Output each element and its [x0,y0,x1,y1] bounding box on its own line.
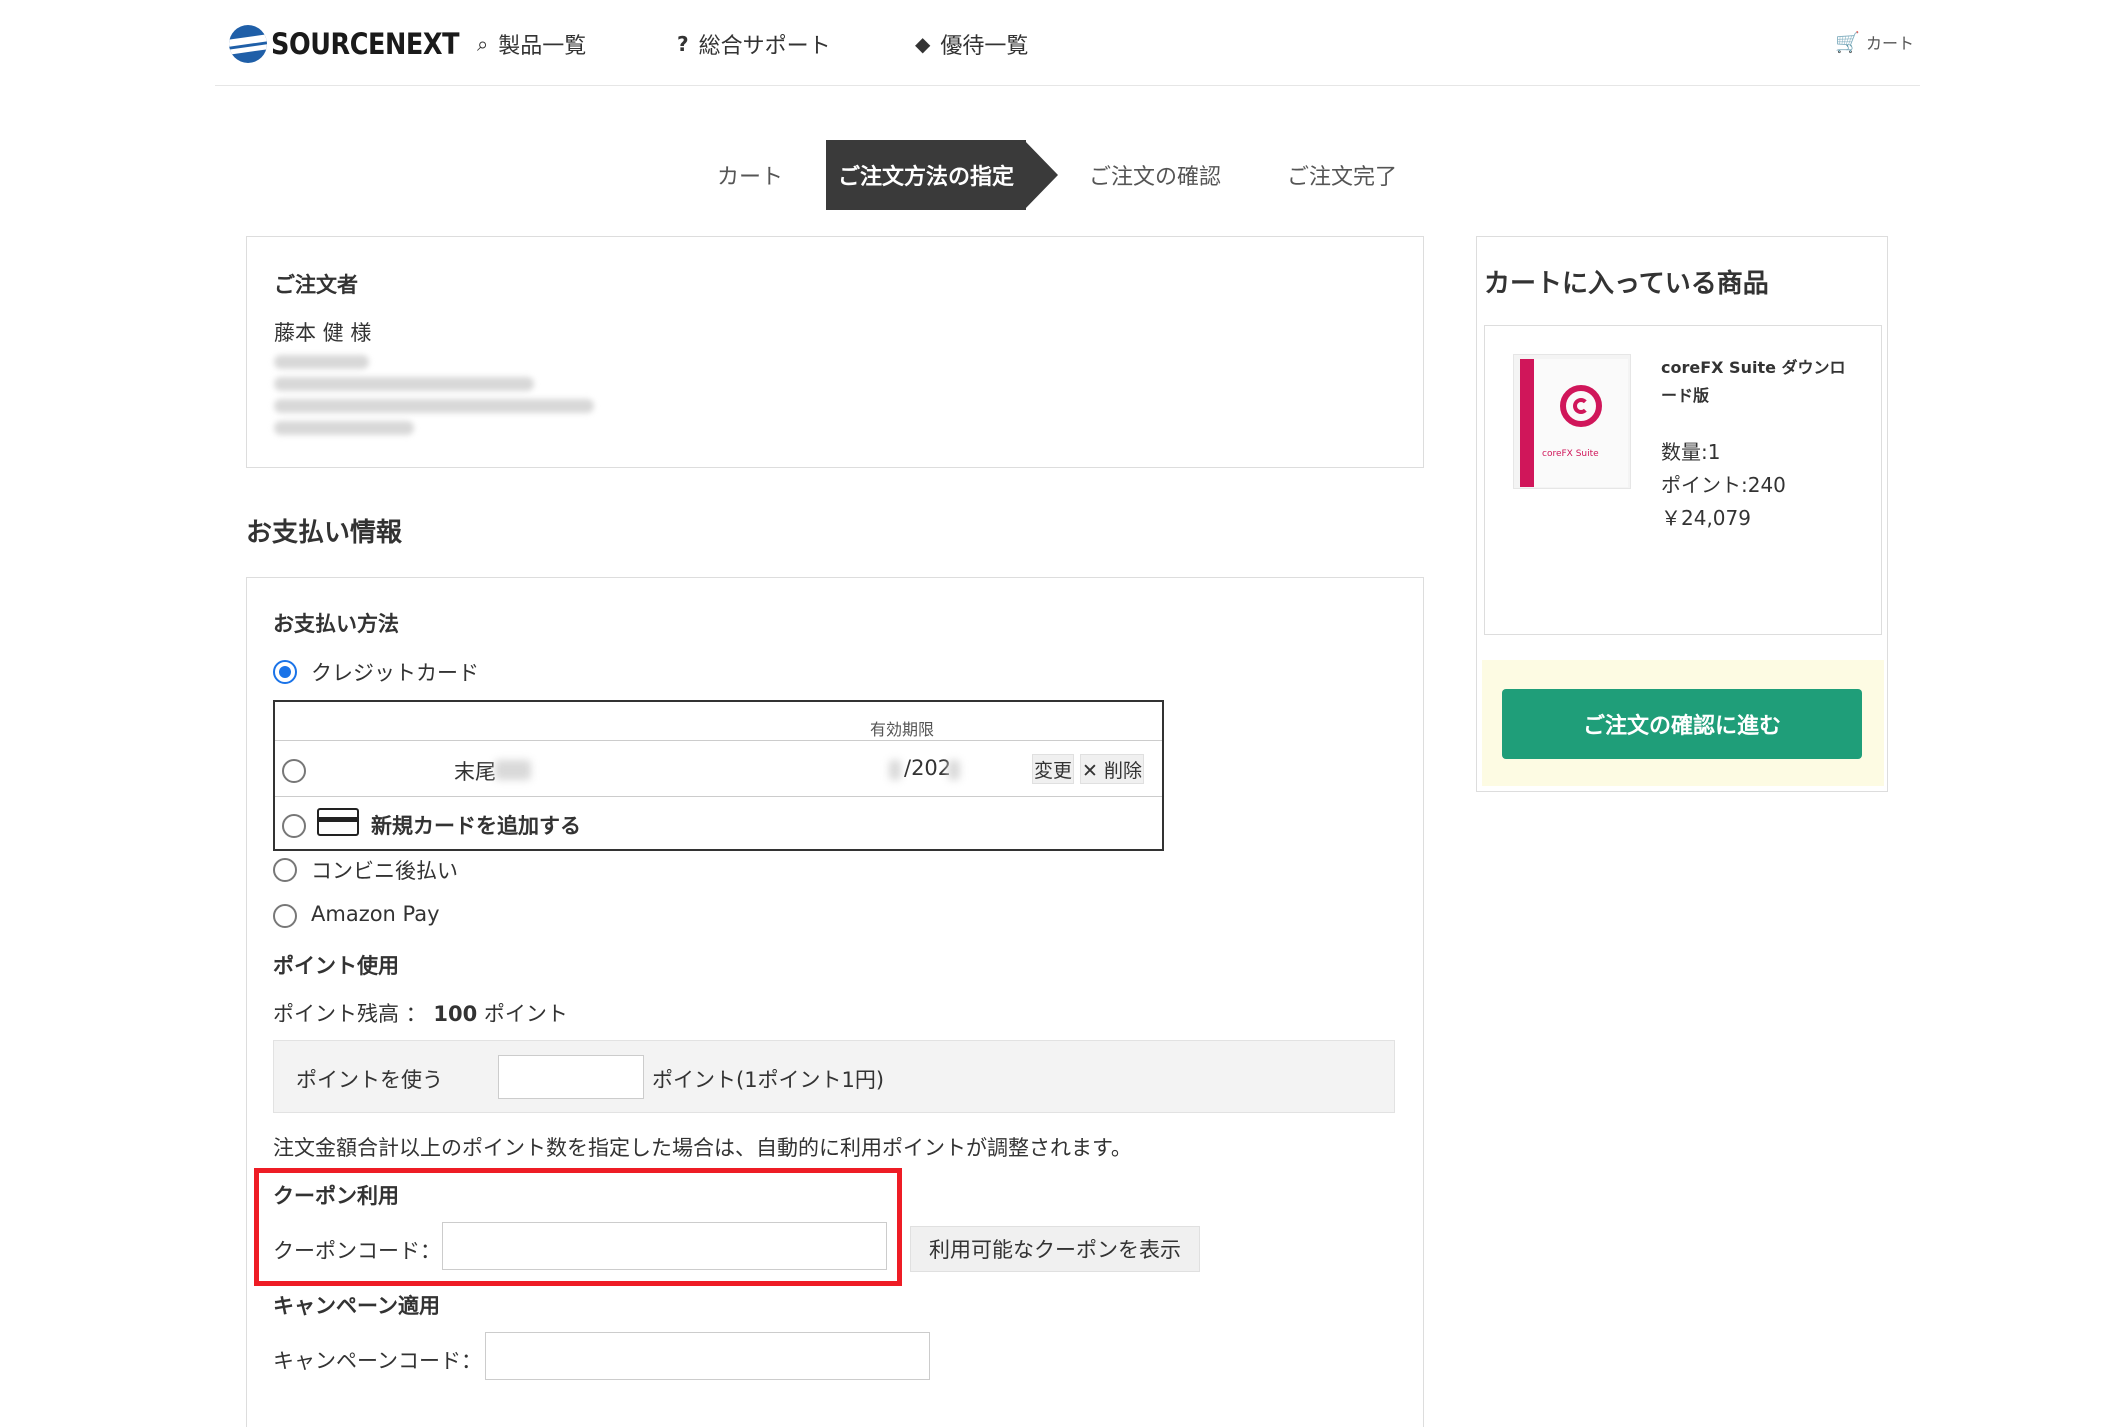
proceed-to-confirm-button[interactable]: ご注文の確認に進む [1502,689,1862,759]
points-balance: ポイント残高 ： 100 ポイント [273,998,568,1028]
search-icon: ⌕ [477,32,489,56]
orderer-heading: ご注文者 [274,273,358,297]
product-logo-inner [1573,398,1589,414]
points-balance-unit: ポイント [483,1002,568,1026]
product-box-front: coreFX Suite [1534,359,1628,487]
redacted-expiry-month [889,760,901,780]
step-order-method-label: ご注文方法の指定 [837,165,1014,190]
points-use-label: ポイントを使う [296,1068,443,1092]
product-price: ￥24,079 [1661,506,1751,530]
step-order-method: ご注文方法の指定 [826,140,1026,210]
campaign-code-label: キャンペーンコード： [273,1349,482,1373]
product-quantity: 数量:1 [1661,440,1721,464]
nav-products[interactable]: ⌕ 製品一覧 [477,26,586,62]
site-header: SOURCENEXT ⌕ 製品一覧 ? 総合サポート ◆ 優待一覧 🛒 カート [215,0,1920,86]
card-table-divider [275,740,1162,741]
payment-method-heading: お支払い方法 [273,612,399,636]
sourcenext-logo[interactable]: SOURCENEXT [229,24,485,64]
step-complete-label: ご注文完了 [1286,165,1397,190]
orderer-box: ご注文者 藤本 健 様 [246,236,1424,468]
nav-benefits[interactable]: ◆ 優待一覧 [915,26,1028,62]
step-cart: カート [700,140,800,210]
redacted-address-2 [274,399,594,413]
orderer-name: 藤本 健 様 [274,321,372,345]
question-icon: ? [677,32,689,56]
card-expiry: /202 [904,756,952,780]
step-cart-label: カート [716,165,783,190]
card-tail-label: 末尾 [454,760,496,784]
step-confirm-label: ご注文の確認 [1088,165,1221,190]
redacted-phone [274,421,414,435]
payment-section-title: お支払い情報 [246,518,403,548]
points-use-row: ポイントを使う ポイント(1ポイント1円) [273,1040,1395,1113]
logo-mark-icon [229,25,267,63]
cart-panel-title: カートに入っている商品 [1484,269,1769,299]
credit-card-icon [317,808,359,836]
show-coupons-button[interactable]: 利用可能なクーポンを表示 [910,1226,1200,1272]
nav-support-label: 総合サポート [698,34,831,59]
points-heading: ポイント使用 [273,954,399,978]
step-confirm: ご注文の確認 [1080,140,1230,210]
step-arrow [1024,140,1058,210]
expiry-header: 有効期限 [870,720,935,739]
add-card-label[interactable]: 新規カードを追加する [371,810,581,840]
card-table: 有効期限 末尾 /202 変更 ✕ 削除 新規カードを追加する [273,700,1164,851]
step-complete: ご注文完了 [1282,140,1402,210]
conbini-radio[interactable] [273,858,297,882]
credit-card-radio[interactable] [273,660,297,684]
redacted-postcode [274,355,369,369]
coupon-highlight-box [254,1168,902,1286]
product-box-label: coreFX Suite [1542,449,1599,459]
redacted-card-digits [495,760,531,780]
nav-cart[interactable]: 🛒 カート [1835,30,1914,54]
product-points: ポイント:240 [1661,473,1786,497]
delete-card-button[interactable]: ✕ 削除 [1080,754,1144,784]
product-image[interactable]: coreFX Suite [1513,354,1631,489]
product-name[interactable]: coreFX Suite ダウンロード版 [1661,354,1861,410]
campaign-heading: キャンペーン適用 [273,1294,440,1318]
change-card-button[interactable]: 変更 [1032,754,1074,784]
amazon-pay-radio[interactable] [273,904,297,928]
points-use-unit: ポイント(1ポイント1円) [652,1068,885,1092]
credit-card-label[interactable]: クレジットカード [311,657,479,687]
nav-cart-label: カート [1865,34,1914,53]
product-box-spine [1520,359,1534,487]
campaign-code-input[interactable] [485,1332,930,1380]
tag-icon: ◆ [915,32,931,56]
saved-card-radio[interactable] [282,759,306,783]
points-note: 注文金額合計以上のポイント数を指定した場合は、自動的に利用ポイントが調整されます… [273,1136,1132,1160]
redacted-address [274,377,534,391]
cart-icon: 🛒 [1835,30,1860,54]
nav-benefits-label: 優待一覧 [940,34,1029,59]
logo-text: SOURCENEXT [271,27,460,61]
new-card-radio[interactable] [282,814,306,838]
cart-product-card: coreFX Suite coreFX Suite ダウンロード版 数量:1 ポ… [1484,325,1882,635]
card-stripe [319,817,357,822]
nav-products-label: 製品一覧 [498,34,587,59]
product-logo-icon [1560,385,1602,427]
points-input[interactable] [498,1055,644,1099]
nav-support[interactable]: ? 総合サポート [677,26,831,62]
conbini-label[interactable]: コンビニ後払い [311,855,458,885]
redacted-expiry-year [948,760,960,780]
card-table-divider-2 [275,796,1162,797]
points-balance-value: 100 [433,1002,478,1026]
points-balance-label: ポイント残高 ： [273,1002,427,1026]
amazon-pay-label[interactable]: Amazon Pay [311,902,440,926]
